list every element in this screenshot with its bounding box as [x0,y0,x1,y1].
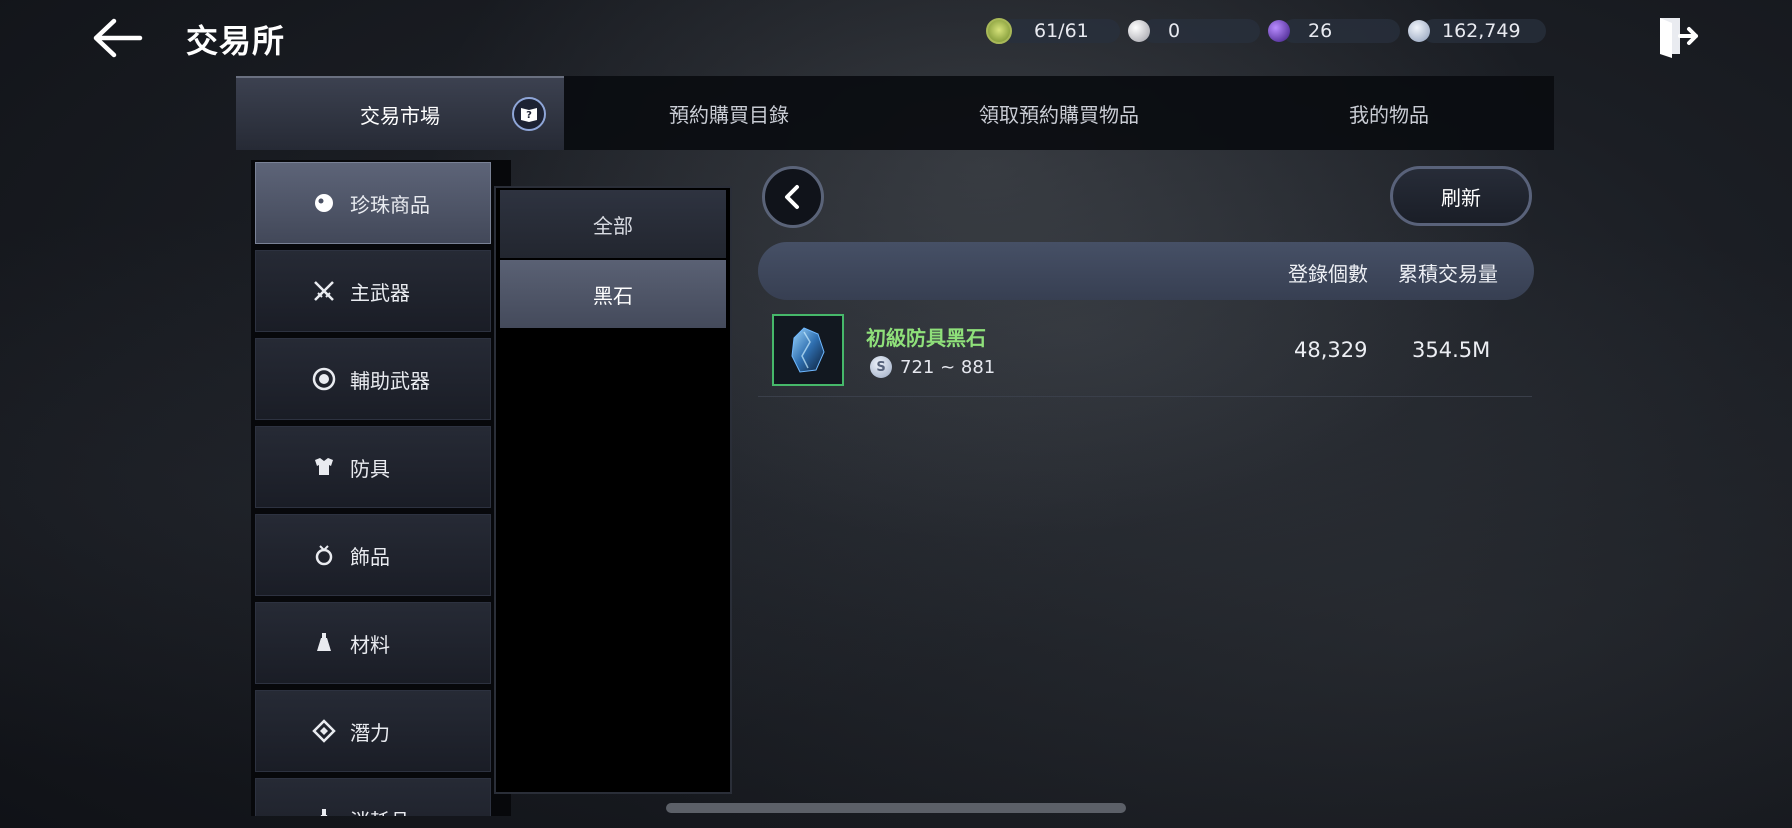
energy-value: 61/61 [1034,20,1089,42]
silver-resource: 162,749 [1408,16,1546,46]
pearl-value: 0 [1168,20,1181,42]
total-volume-value: 354.5M [1412,338,1491,362]
category-armor[interactable]: 防具 [255,426,491,508]
energy-resource: 61/61 [986,16,1120,46]
tab-label: 交易市場 [360,103,440,128]
pearl-icon [312,191,336,215]
black-pearl-value: 26 [1308,20,1333,42]
category-list[interactable]: 珍珠商品 主武器 輔助武器 防具 飾品 材料 潛力 消耗品 [251,160,511,816]
tab-label: 我的物品 [1349,102,1429,127]
back-arrow-icon[interactable] [92,18,144,58]
silver-coin-icon [1408,20,1430,42]
price-range-value: 721 ~ 881 [900,356,996,378]
chevron-left-icon [785,185,799,209]
category-label: 消耗品 [350,805,410,817]
category-label: 主武器 [350,280,410,305]
black-stone-item-icon [772,314,844,386]
category-accessory[interactable]: 飾品 [255,514,491,596]
category-consumable[interactable]: 消耗品 [255,778,491,816]
category-label: 潛力 [350,720,390,745]
category-label: 防具 [350,456,390,481]
diamond-icon [312,719,336,743]
energy-icon [986,18,1012,44]
armor-icon [312,455,336,479]
silver-value: 162,749 [1442,20,1521,42]
category-label: 輔助武器 [350,368,430,393]
tab-label: 領取預約購買物品 [979,102,1139,127]
potion-icon [312,631,336,655]
pearl-icon [1128,20,1150,42]
black-pearl-icon [1268,20,1290,42]
category-label: 飾品 [350,544,390,569]
ring-icon [312,543,336,567]
help-book-icon[interactable]: ? [512,97,546,131]
crossed-swords-icon [312,279,336,303]
item-price-range: S 721 ~ 881 [870,356,995,378]
category-main-weapon[interactable]: 主武器 [255,250,491,332]
listed-count-value: 48,329 [1294,338,1368,362]
table-row[interactable]: 初級防具黑石 S 721 ~ 881 48,329 354.5M [758,308,1532,397]
home-indicator[interactable] [666,803,1126,813]
collapse-back-button[interactable] [762,166,824,228]
pearl-resource: 0 [1128,16,1260,46]
flask-icon [312,807,336,816]
table-header: 登錄個數 累積交易量 [758,242,1534,300]
orb-icon [312,367,336,391]
tab-bar: 交易市場 ? 預約購買目錄 領取預約購買物品 我的物品 [236,76,1554,150]
tab-reservation-list[interactable]: 預約購買目錄 [564,76,894,150]
category-material[interactable]: 材料 [255,602,491,684]
page-title: 交易所 [186,22,286,60]
silver-coin-icon: S [870,356,892,378]
refresh-button[interactable]: 刷新 [1390,166,1532,226]
tab-collect-reserved[interactable]: 領取預約購買物品 [894,76,1224,150]
tab-my-items[interactable]: 我的物品 [1224,76,1554,150]
header-listed-count[interactable]: 登錄個數 [1288,258,1368,287]
category-potential[interactable]: 潛力 [255,690,491,772]
subcategory-all[interactable]: 全部 [500,190,726,258]
exit-door-icon[interactable] [1656,14,1700,58]
category-label: 材料 [350,632,390,657]
category-label: 珍珠商品 [350,192,430,217]
subcategory-black-stone[interactable]: 黑石 [500,260,726,328]
subcategory-list: 全部 黑石 [494,186,732,794]
tab-market[interactable]: 交易市場 ? [236,76,564,150]
black-pearl-resource: 26 [1268,16,1400,46]
category-sub-weapon[interactable]: 輔助武器 [255,338,491,420]
tab-label: 預約購買目錄 [669,102,789,127]
category-pearl-items[interactable]: 珍珠商品 [255,162,491,244]
svg-text:?: ? [526,110,532,121]
item-name: 初級防具黑石 [866,326,986,350]
header-total-volume[interactable]: 累積交易量 [1398,258,1498,287]
